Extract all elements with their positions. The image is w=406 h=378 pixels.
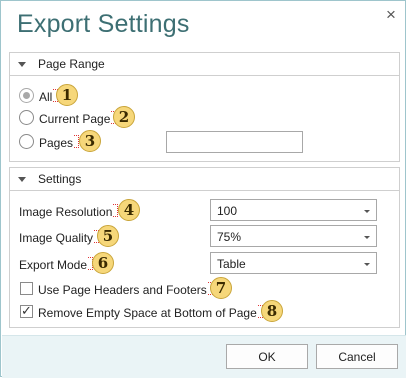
image-resolution-value: 100: [217, 204, 238, 218]
remove-empty-space-checkbox[interactable]: ✓: [20, 303, 33, 318]
chevron-down-icon[interactable]: [364, 263, 370, 266]
use-headers-footers-label[interactable]: Use Page Headers and Footers: [38, 282, 213, 297]
export-mode-value: Table: [217, 257, 246, 271]
export-settings-dialog: Export Settings × Page Range All 1 Curre…: [0, 0, 406, 378]
checkmark-icon: ✓: [21, 303, 32, 318]
export-mode-dropdown[interactable]: Table: [210, 252, 377, 274]
settings-title: Settings: [38, 172, 82, 186]
settings-header[interactable]: Settings: [10, 168, 399, 191]
page-range-group: Page Range All 1 Current Page 2 Pages 3: [9, 52, 400, 162]
radio-all[interactable]: [19, 88, 34, 103]
image-quality-dropdown[interactable]: 75%: [210, 225, 377, 247]
callout-badge-5: 5: [97, 225, 119, 247]
settings-group: Settings Image Resolution 4 100 Image Qu…: [9, 167, 400, 328]
page-range-header[interactable]: Page Range: [10, 53, 399, 76]
callout-badge-1: 1: [56, 84, 78, 106]
collapse-triangle-icon[interactable]: [18, 62, 26, 67]
radio-pages[interactable]: [19, 134, 34, 149]
radio-current-page-label[interactable]: Current Page: [39, 111, 117, 126]
radio-pages-label[interactable]: Pages: [39, 135, 80, 150]
callout-badge-6: 6: [92, 252, 114, 274]
close-icon[interactable]: ×: [382, 6, 400, 24]
ok-button[interactable]: OK: [226, 344, 308, 369]
remove-empty-space-label[interactable]: Remove Empty Space at Bottom of Page: [38, 305, 263, 320]
callout-badge-4: 4: [118, 199, 140, 221]
use-headers-footers-checkbox[interactable]: [20, 282, 33, 295]
image-resolution-label: Image Resolution: [19, 204, 119, 219]
image-quality-value: 75%: [217, 230, 242, 244]
cancel-button[interactable]: Cancel: [316, 344, 398, 369]
pages-input[interactable]: [166, 131, 303, 153]
chevron-down-icon[interactable]: [364, 236, 370, 239]
chevron-down-icon[interactable]: [364, 210, 370, 213]
callout-badge-3: 3: [79, 130, 101, 152]
radio-current-page[interactable]: [19, 110, 34, 125]
callout-badge-8: 8: [261, 300, 283, 322]
callout-badge-2: 2: [113, 106, 135, 128]
page-range-title: Page Range: [38, 57, 105, 71]
dialog-title: Export Settings: [17, 10, 190, 38]
callout-badge-7: 7: [210, 277, 232, 299]
collapse-triangle-icon[interactable]: [18, 177, 26, 182]
export-mode-label: Export Mode: [19, 257, 94, 272]
image-resolution-dropdown[interactable]: 100: [210, 199, 377, 221]
image-quality-label: Image Quality: [19, 230, 100, 245]
